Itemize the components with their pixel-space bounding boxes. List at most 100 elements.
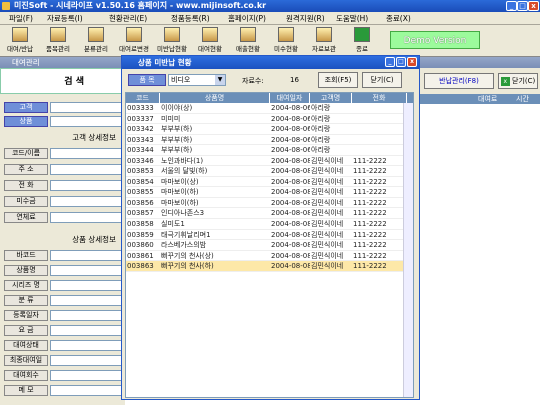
table-row[interactable]: 003861 뻐꾸기의 천사(상) 2004-08-08 김민식이네 111-2222 — [126, 251, 413, 262]
table-row[interactable]: 003346 노인과바다(1) 2004-08-08 김민식이네 111-2222 — [126, 156, 413, 167]
label-code-name: 코드/이름 — [4, 148, 48, 159]
menu-file[interactable]: 파일(F) — [6, 13, 36, 24]
tool-backup[interactable]: 자료보관 — [306, 27, 342, 55]
menu-license[interactable]: 정품등록(R) — [168, 13, 213, 24]
last-rent-field[interactable] — [50, 355, 122, 366]
address-field[interactable] — [50, 164, 122, 175]
table-row-selected[interactable]: 003863 뻐꾸기의 천사(하) 2004-08-08 김민식이네 111-2222 — [126, 261, 413, 272]
col-rent-fee: 대여료 — [478, 95, 498, 103]
minimize-button[interactable]: _ — [506, 1, 517, 11]
label-price: 요 금 — [4, 325, 48, 336]
sales-icon — [240, 27, 256, 42]
table-row[interactable]: 003333 이이야(상) 2004-08-06 아리랑 — [126, 103, 413, 114]
close-button[interactable]: x — [528, 1, 539, 11]
tool-rental-status[interactable]: 대여현황 — [192, 27, 228, 55]
backup-icon — [316, 27, 332, 42]
exit-icon: x — [500, 76, 510, 86]
label-reg-date: 등록일자 — [4, 310, 48, 321]
unpaid-field[interactable] — [50, 196, 122, 207]
right-grid[interactable] — [412, 104, 540, 405]
table-row[interactable]: 003857 인디아나존스3 2004-08-08 김민식이네 111-2222 — [126, 208, 413, 220]
label-memo: 메 모 — [4, 385, 48, 396]
unreturned-grid: 코드 상품명 대여일자 고객명 전화 003333 이이야(상) 2004-08-0… — [125, 92, 414, 398]
category-field[interactable] — [50, 295, 122, 306]
table-row[interactable]: 003856 마마보이(하) 2004-08-08 김민식이네 111-2222 — [126, 198, 413, 209]
unpaid-icon — [278, 27, 294, 42]
tool-sales[interactable]: 매출현황 — [230, 27, 266, 55]
col-time: 시간 — [516, 95, 529, 103]
product-button[interactable]: 상품 — [4, 116, 48, 127]
col-code[interactable]: 코드 — [126, 93, 160, 103]
label-last-rent: 최종대여일 — [4, 355, 48, 366]
product-icon — [50, 27, 66, 42]
app-icon — [2, 2, 10, 10]
dialog-maximize-button[interactable]: □ — [396, 57, 406, 67]
tool-exit[interactable]: 종료 — [344, 27, 380, 55]
customer-button[interactable]: 고객 — [4, 102, 48, 113]
grid-body: 003333 이이야(상) 2004-08-06 아리랑 003337 미미미 2004-… — [126, 103, 413, 272]
menu-exit[interactable]: 종료(X) — [383, 13, 414, 24]
table-row[interactable]: 003858 실미도1 2004-08-08 김민식이네 111-2222 — [126, 219, 413, 230]
price-field[interactable] — [50, 325, 122, 336]
label-category: 분 류 — [4, 295, 48, 306]
table-row[interactable]: 003344 부부부(하) 2004-08-06 아리랑 — [126, 145, 413, 156]
table-row[interactable]: 003343 부부부(하) 2004-08-06 아리랑 — [126, 135, 413, 146]
maximize-button[interactable]: □ — [517, 1, 528, 11]
menu-bar: 파일(F) 자료등록(I) 현황관리(E) 정품등록(R) 홈페이지(P) 원격… — [0, 12, 540, 25]
rent-state-field[interactable] — [50, 340, 122, 351]
label-rent-count: 대여회수 — [4, 370, 48, 381]
col-date[interactable]: 대여일자 — [270, 93, 310, 103]
tool-fee[interactable]: 대여료변경 — [116, 27, 152, 55]
right-close-button[interactable]: x 닫기(C) — [498, 73, 538, 89]
table-row[interactable]: 003860 라스베가스의밤 2004-08-08 김민식이네 111-2222 — [126, 240, 413, 251]
customer-input[interactable] — [50, 102, 122, 113]
barcode-field[interactable] — [50, 250, 122, 261]
dialog-toolbar: 품 목 비디오 ▼ 자료수: 16 조회(F5) 닫기(C) — [122, 69, 419, 92]
grid-scrollbar[interactable] — [403, 103, 413, 397]
label-series: 시리즈 명 — [4, 280, 48, 291]
reg-date-field[interactable] — [50, 310, 122, 321]
product-input[interactable] — [50, 116, 122, 127]
record-count-label: 자료수: — [242, 77, 264, 85]
table-row[interactable]: 003342 부부부(하) 2004-08-06 아리랑 — [126, 124, 413, 135]
dialog-close-button[interactable]: x — [407, 57, 417, 67]
phone-field[interactable] — [50, 180, 122, 191]
rent-count-field[interactable] — [50, 370, 122, 381]
label-barcode: 바코드 — [4, 250, 48, 261]
app-title-bar: 미진Soft - 시네라이프 v1.50.16 홈페이지 - www.mijin… — [0, 0, 540, 12]
col-customer[interactable]: 고객명 — [310, 93, 352, 103]
tool-category[interactable]: 분류관리 — [78, 27, 114, 55]
menu-register[interactable]: 자료등록(I) — [44, 13, 86, 24]
memo-field[interactable] — [50, 385, 122, 396]
search-button[interactable]: 조회(F5) — [318, 72, 358, 88]
col-title[interactable]: 상품명 — [160, 93, 270, 103]
tool-unreturned[interactable]: 미반납현황 — [154, 27, 190, 55]
menu-status[interactable]: 현황관리(E) — [106, 13, 150, 24]
table-row[interactable]: 003855 마마보이(하) 2004-08-08 김민식이네 111-2222 — [126, 187, 413, 198]
chevron-down-icon[interactable]: ▼ — [215, 75, 225, 85]
tool-rent-return[interactable]: 대여/반납 — [2, 27, 38, 55]
dialog-close-text-button[interactable]: 닫기(C) — [362, 72, 402, 88]
code-name-field[interactable] — [50, 148, 122, 159]
label-unpaid: 미수금 — [4, 196, 48, 207]
table-row[interactable]: 003859 태극기휘날리며1 2004-08-08 김민식이네 111-2222 — [126, 230, 413, 241]
col-phone[interactable]: 전화 — [352, 93, 407, 103]
category-select[interactable]: 비디오 ▼ — [168, 74, 226, 86]
rent-icon — [12, 27, 28, 42]
tool-product[interactable]: 품목관리 — [40, 27, 76, 55]
table-row[interactable]: 003337 미미미 2004-08-06 아리랑 — [126, 114, 413, 125]
return-manage-button[interactable]: 반납관리(F8) — [424, 73, 494, 89]
menu-homepage[interactable]: 홈페이지(P) — [225, 13, 269, 24]
table-row[interactable]: 003854 마마보이(상) 2004-08-08 김민식이네 111-2222 — [126, 177, 413, 188]
series-field[interactable] — [50, 280, 122, 291]
table-row[interactable]: 003853 서울의 달빛(하) 2004-08-08 김민식이네 111-2222 — [126, 166, 413, 177]
unreturned-icon — [164, 27, 180, 42]
late-fee-field[interactable] — [50, 212, 122, 223]
dialog-minimize-button[interactable]: _ — [385, 57, 395, 67]
product-name-field[interactable] — [50, 265, 122, 276]
tool-unpaid[interactable]: 미수현황 — [268, 27, 304, 55]
menu-help[interactable]: 도움말(H) — [333, 13, 371, 24]
dialog-title-bar: 상품 미반납 현황 _ □ x — [122, 56, 419, 69]
menu-remote[interactable]: 원격지원(R) — [283, 13, 328, 24]
grid-header: 코드 상품명 대여일자 고객명 전화 — [126, 93, 413, 103]
